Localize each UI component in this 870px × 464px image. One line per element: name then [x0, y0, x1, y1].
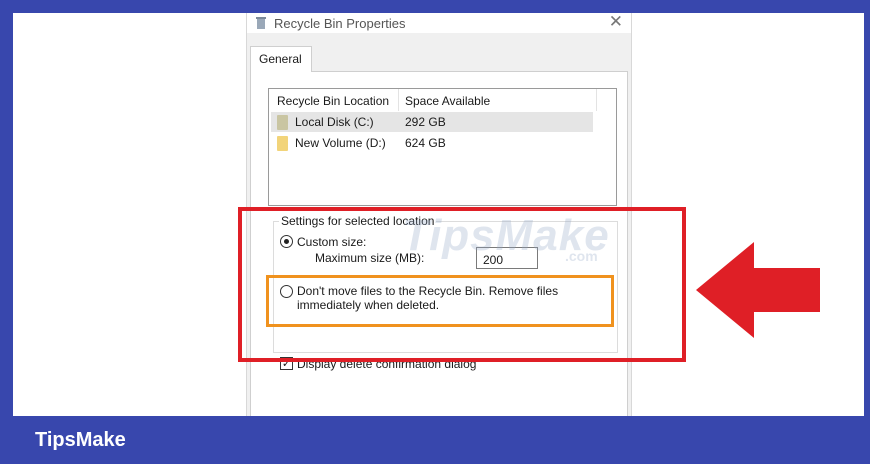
location-list[interactable]: Recycle Bin Location Space Available Loc… — [268, 88, 617, 206]
list-item-name: New Volume (D:) — [295, 136, 386, 150]
drive-icon — [277, 115, 288, 130]
list-item-name: Local Disk (C:) — [295, 115, 374, 129]
recycle-bin-icon — [256, 17, 266, 29]
column-divider[interactable] — [398, 89, 399, 111]
list-item-space: 292 GB — [405, 115, 446, 129]
list-header: Recycle Bin Location Space Available — [269, 89, 616, 111]
frame-top-bar — [0, 0, 870, 13]
column-header-space[interactable]: Space Available — [405, 94, 490, 108]
window-title: Recycle Bin Properties — [274, 16, 406, 31]
frame-left-bar — [0, 0, 13, 464]
title-bar: Recycle Bin Properties ✕ — [247, 12, 631, 33]
list-item-new-volume-d[interactable]: New Volume (D:) 624 GB — [271, 133, 593, 153]
folder-icon — [277, 136, 288, 151]
list-item-space: 624 GB — [405, 136, 446, 150]
list-item-local-disk-c[interactable]: Local Disk (C:) 292 GB — [271, 112, 593, 132]
frame-right-bar — [864, 0, 870, 464]
column-header-location[interactable]: Recycle Bin Location — [277, 94, 389, 108]
close-icon[interactable]: ✕ — [609, 12, 623, 32]
footer-bar: TipsMake — [0, 416, 870, 464]
highlight-box-orange — [266, 275, 614, 327]
brand-logo-text: TipsMake — [35, 429, 126, 451]
arrow-left-icon — [696, 242, 820, 338]
tab-general[interactable]: General — [250, 46, 312, 72]
column-divider[interactable] — [596, 89, 597, 111]
